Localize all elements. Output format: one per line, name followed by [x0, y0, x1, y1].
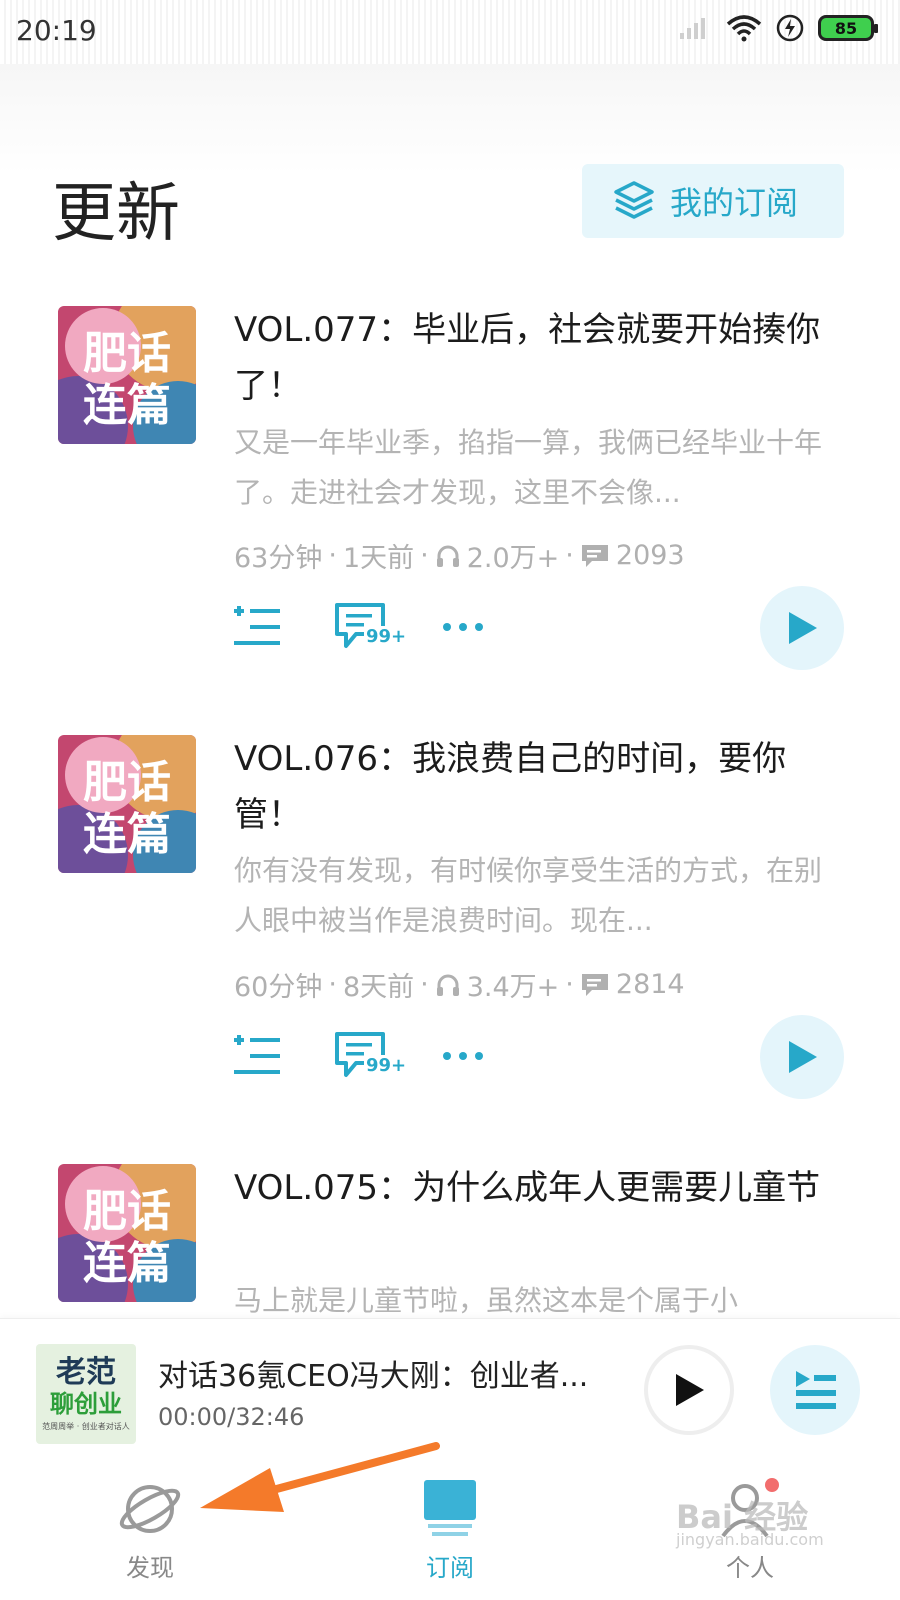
tab-profile-label: 个人	[726, 1554, 774, 1582]
now-playing-cover-line1: 老范	[56, 1355, 116, 1390]
watermark-url: jingyan.baidu.com	[676, 1530, 824, 1549]
subscription-stack-icon	[424, 1480, 476, 1536]
planet-icon	[119, 1485, 181, 1533]
now-playing-cover-line2: 聊创业	[50, 1390, 122, 1418]
play-icon	[676, 1374, 704, 1406]
episode-item[interactable]: 肥话 连篇 VOL.075：为什么成年人更需要儿童节 马上就是儿童节啦，虽然这本…	[0, 0, 900, 1318]
tab-discover[interactable]: 发现	[80, 1478, 220, 1583]
cover-title-line1: 肥话	[83, 1186, 171, 1237]
now-playing-title[interactable]: 对话36氪CEO冯大刚：创业者...	[158, 1351, 598, 1395]
tab-subscribe[interactable]: 订阅	[380, 1478, 520, 1583]
now-playing-cover: 老范 聊创业 范周周举 · 创业者对话人	[36, 1344, 136, 1444]
episode-cover: 肥话 连篇	[58, 1164, 196, 1302]
notification-dot	[765, 1478, 779, 1492]
tab-discover-label: 发现	[126, 1554, 174, 1582]
episode-title[interactable]: VOL.075：为什么成年人更需要儿童节	[234, 1160, 824, 1216]
tab-subscribe-label: 订阅	[426, 1554, 474, 1582]
now-playing-time: 00:00/32:46	[158, 1403, 305, 1431]
episode-description: 马上就是儿童节啦，虽然这本是个属于小	[234, 1284, 739, 1317]
cover-title-line2: 连篇	[83, 1238, 171, 1289]
playlist-button[interactable]	[770, 1345, 860, 1435]
playlist-icon	[796, 1371, 836, 1409]
mini-player-play-button[interactable]	[644, 1345, 734, 1435]
mini-player[interactable]: 老范 聊创业 范周周举 · 创业者对话人 对话36氪CEO冯大刚：创业者... …	[0, 1318, 900, 1460]
now-playing-cover-caption: 范周周举 · 创业者对话人	[42, 1422, 130, 1431]
